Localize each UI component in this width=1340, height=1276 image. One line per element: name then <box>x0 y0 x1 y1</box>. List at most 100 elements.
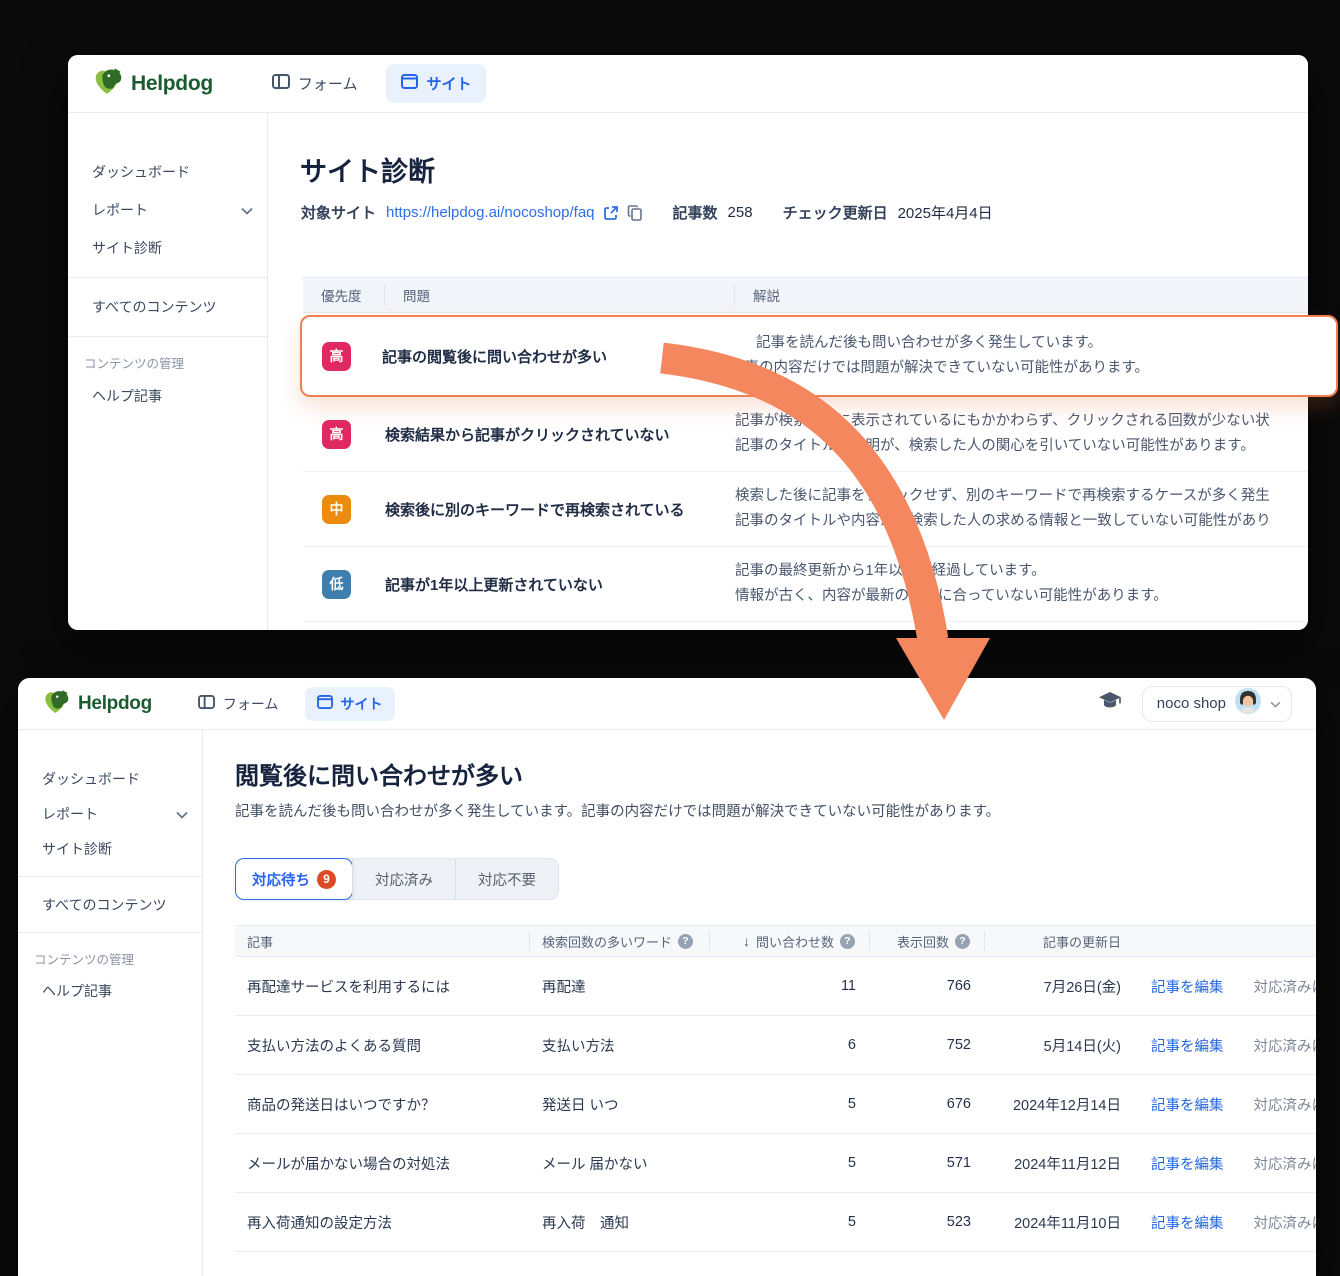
issue-page-title: 閲覧後に問い合わせが多い <box>235 756 523 791</box>
sidebar-item-label: レポート <box>42 804 98 824</box>
page-title: サイト診断 <box>300 150 435 189</box>
diagnosis-row-highlighted[interactable]: 高 記事の閲覧後に問い合わせが多い 記事を読んだ後も問い合わせが多く発生していま… <box>300 315 1338 397</box>
mark-resolved-link[interactable]: 対応済みにする <box>1254 1094 1317 1115</box>
search-keyword: 再配達 <box>530 976 710 997</box>
sidebar-divider <box>18 876 202 877</box>
site-icon <box>317 695 333 712</box>
avatar <box>1235 688 1261 719</box>
view-count: 571 <box>870 1155 985 1171</box>
explanation-line: 記事の内容だけでは問題が解決できていない可能性があります。 <box>730 356 1336 381</box>
column-header-updated: 記事の更新日 <box>985 931 1125 951</box>
priority-badge-high: 高 <box>322 342 351 371</box>
issue-table-row: メールが届かない場合の対処法 メール 届かない 5 571 2024年11月12… <box>235 1134 1316 1193</box>
column-header-explanation: 解説 <box>735 284 1308 306</box>
site-meta-row: 対象サイト https://helpdog.ai/nocoshop/faq 記事… <box>301 202 993 223</box>
updated-date: 7月26日(金) <box>985 976 1125 997</box>
updated-date: 5月14日(火) <box>985 1035 1125 1056</box>
sidebar-item-label: サイト診断 <box>42 839 112 859</box>
issue-table-row: 再入荷通知の設定方法 再入荷 通知 5 523 2024年11月10日 記事を編… <box>235 1193 1316 1252</box>
helpdog-dog-icon <box>92 66 122 101</box>
nav-item-site-label: サイト <box>426 73 471 94</box>
sidebar: ダッシュボード レポート サイト診断 すべてのコンテンツ コンテンツの管理 ヘル… <box>18 730 203 1276</box>
column-header-priority: 優先度 <box>303 284 385 306</box>
sidebar-item-report[interactable]: レポート <box>18 796 202 831</box>
sidebar-item-report[interactable]: レポート <box>68 191 267 229</box>
edit-article-link[interactable]: 記事を編集 <box>1151 1153 1224 1174</box>
sidebar-item-label: レポート <box>92 200 148 220</box>
nav-item-form[interactable]: フォーム <box>186 687 291 721</box>
column-header-article: 記事 <box>235 931 530 951</box>
tab-resolved[interactable]: 対応済み <box>352 859 455 899</box>
chevron-down-icon <box>176 806 188 822</box>
help-icon[interactable]: ? <box>955 934 970 949</box>
sidebar-item-label: ヘルプ記事 <box>92 386 162 406</box>
check-updated-value: 2025年4月4日 <box>898 202 993 223</box>
external-link-icon[interactable] <box>603 205 619 221</box>
updated-date: 2024年11月10日 <box>985 1212 1125 1233</box>
form-icon <box>198 695 215 712</box>
brand-logo[interactable]: Helpdog <box>42 688 152 720</box>
sidebar-item-label: ダッシュボード <box>92 162 190 182</box>
explanation-line: 記事のタイトルや内容が、検索した人の求める情報と一致していない可能性があり <box>735 509 1308 534</box>
helpdog-dog-icon <box>42 688 69 720</box>
pending-count-badge: 9 <box>317 870 336 889</box>
sidebar-item-dashboard[interactable]: ダッシュボード <box>68 153 267 191</box>
product-nav: フォーム サイト <box>257 64 487 103</box>
copy-icon[interactable] <box>627 205 643 221</box>
edit-article-link[interactable]: 記事を編集 <box>1151 1212 1224 1233</box>
sidebar-item-help-articles[interactable]: ヘルプ記事 <box>68 377 267 415</box>
edit-article-link[interactable]: 記事を編集 <box>1151 976 1224 997</box>
account-menu[interactable]: noco shop <box>1142 686 1292 722</box>
brand-name: Helpdog <box>78 693 152 715</box>
academy-graduation-cap-icon[interactable] <box>1098 691 1122 716</box>
diagnosis-row[interactable]: 中 検索後に別のキーワードで再検索されている 検索した後に記事をクリックせず、別… <box>303 472 1308 547</box>
issue-table-row: 再配達サービスを利用するには 再配達 11 766 7月26日(金) 記事を編集… <box>235 957 1316 1016</box>
sidebar-item-all-contents[interactable]: すべてのコンテンツ <box>18 887 202 922</box>
sidebar-divider <box>18 932 202 933</box>
nav-item-site[interactable]: サイト <box>305 687 395 721</box>
diagnosis-row[interactable]: 高 検索結果から記事がクリックされていない 記事が検索結果に表示されているにもか… <box>303 397 1308 472</box>
mark-resolved-link[interactable]: 対応済みにする <box>1254 1035 1317 1056</box>
sidebar-item-all-contents[interactable]: すべてのコンテンツ <box>68 288 267 326</box>
diagnosis-row[interactable]: 低 記事が1年以上更新されていない 記事の最終更新から1年以上が経過しています。… <box>303 547 1308 622</box>
sidebar-item-label: ヘルプ記事 <box>42 981 112 1001</box>
explanation-line: 記事の最終更新から1年以上が経過しています。 <box>735 559 1308 584</box>
brand-logo[interactable]: Helpdog <box>92 66 213 101</box>
mark-resolved-link[interactable]: 対応済みにする <box>1254 1212 1317 1233</box>
issue-detail-window: Helpdog フォーム サイト noco shop <box>18 678 1316 1276</box>
issue-title: 記事が1年以上更新されていない <box>385 574 735 595</box>
sidebar-item-site-diagnosis[interactable]: サイト診断 <box>68 229 267 267</box>
column-header-actions <box>1125 931 1316 951</box>
nav-item-form[interactable]: フォーム <box>257 64 373 103</box>
column-header-keyword: 検索回数の多いワード? <box>530 931 710 951</box>
sidebar-item-help-articles[interactable]: ヘルプ記事 <box>18 973 202 1008</box>
issue-table-row: 商品の発送日はいつですか？ 発送日 いつ 5 676 2024年12月14日 記… <box>235 1075 1316 1134</box>
inquiry-count: 5 <box>710 1155 870 1171</box>
issue-explanation: 記事の最終更新から1年以上が経過しています。 情報が古く、内容が最新の状況に合っ… <box>735 559 1308 610</box>
priority-badge-medium: 中 <box>322 495 351 524</box>
article-title: 支払い方法のよくある質問 <box>235 1035 530 1056</box>
inquiry-count: 11 <box>710 978 870 994</box>
sidebar-item-dashboard[interactable]: ダッシュボード <box>18 761 202 796</box>
mark-resolved-link[interactable]: 対応済みにする <box>1254 1153 1317 1174</box>
explanation-line: 記事が検索結果に表示されているにもかかわらず、クリックされる回数が少ない状 <box>735 409 1308 434</box>
nav-item-site[interactable]: サイト <box>386 64 486 103</box>
article-count-value: 258 <box>728 204 753 221</box>
search-keyword: 支払い方法 <box>530 1035 710 1056</box>
view-count: 752 <box>870 1037 985 1053</box>
column-header-views[interactable]: 表示回数? <box>870 931 985 951</box>
help-icon[interactable]: ? <box>678 934 693 949</box>
inquiry-count: 5 <box>710 1214 870 1230</box>
help-icon[interactable]: ? <box>840 934 855 949</box>
mark-resolved-link[interactable]: 対応済みにする <box>1254 976 1317 997</box>
view-count: 676 <box>870 1096 985 1112</box>
edit-article-link[interactable]: 記事を編集 <box>1151 1094 1224 1115</box>
tab-pending[interactable]: 対応待ち 9 <box>235 858 353 900</box>
sidebar-divider <box>68 336 267 337</box>
target-site-link[interactable]: https://helpdog.ai/nocoshop/faq <box>386 204 595 221</box>
sidebar-item-site-diagnosis[interactable]: サイト診断 <box>18 831 202 866</box>
tab-no-action[interactable]: 対応不要 <box>455 859 558 899</box>
issues-table-header: 記事 検索回数の多いワード? ↓問い合わせ数? 表示回数? 記事の更新日 <box>235 925 1316 957</box>
column-header-inquiries[interactable]: ↓問い合わせ数? <box>710 931 870 951</box>
edit-article-link[interactable]: 記事を編集 <box>1151 1035 1224 1056</box>
